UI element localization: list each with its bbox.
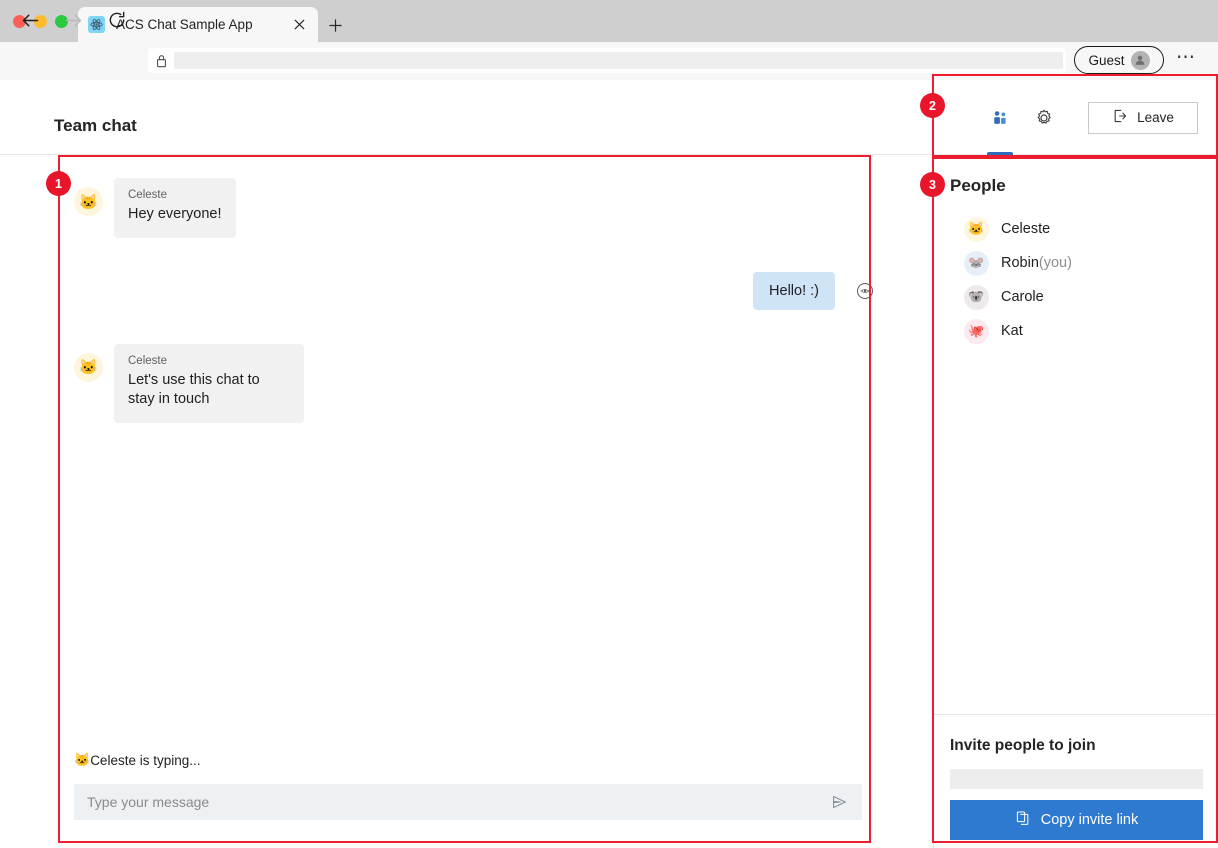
chat-area: 🐱 Celeste Hey everyone! Hello! :) 🐱 Cele… — [0, 156, 933, 848]
message-bubble-incoming: Celeste Hey everyone! — [114, 178, 236, 238]
message-composer — [74, 784, 862, 820]
send-icon[interactable] — [816, 784, 862, 820]
new-tab-button[interactable] — [322, 13, 348, 37]
header-controls: Leave — [978, 80, 1198, 155]
close-tab-icon[interactable] — [290, 16, 308, 34]
message-item: 🐱 Celeste Let's use this chat to stay in… — [74, 343, 873, 423]
leave-button-label: Leave — [1137, 110, 1174, 125]
message-item: 🐱 Celeste Hey everyone! — [74, 178, 873, 238]
page-title: Team chat — [54, 116, 137, 135]
list-item[interactable]: 🐱 Celeste — [934, 212, 1218, 246]
leave-button[interactable]: Leave — [1088, 101, 1198, 134]
copy-icon — [1015, 810, 1031, 830]
typing-indicator: 🐱 Celeste is typing... — [74, 752, 201, 768]
profile-button[interactable]: Guest — [1074, 46, 1164, 74]
person-name: Carole — [1001, 289, 1044, 305]
people-panel: People 🐱 Celeste 🐭 Robin(you) 🐨 Carole 🐙… — [933, 156, 1218, 848]
invite-link-field[interactable] — [950, 769, 1203, 789]
back-arrow-icon[interactable] — [18, 8, 42, 32]
avatar: 🐱 — [74, 352, 103, 382]
people-panel-title: People — [950, 176, 1006, 195]
reload-icon[interactable] — [105, 8, 129, 32]
typing-avatar-emoji: 🐱 — [74, 752, 91, 767]
browser-tab-strip: ACS Chat Sample App — [0, 0, 1218, 42]
avatar: 🐱 — [964, 216, 989, 242]
message-list: 🐱 Celeste Hey everyone! Hello! :) 🐱 Cele… — [0, 156, 933, 728]
sign-out-icon — [1112, 108, 1128, 127]
people-list: 🐱 Celeste 🐭 Robin(you) 🐨 Carole 🐙 Kat — [934, 212, 1218, 348]
list-item[interactable]: 🐙 Kat — [934, 314, 1218, 348]
address-bar[interactable] — [148, 48, 1066, 73]
forward-arrow-icon — [61, 8, 85, 32]
invite-section: Invite people to join Copy invite link — [934, 714, 1218, 848]
browser-window: ACS Chat Sample App Guest ⋯ Team chat Le… — [0, 0, 1218, 848]
message-bubble-incoming: Celeste Let's use this chat to stay in t… — [114, 343, 304, 423]
message-bubble-outgoing: Hello! :) — [753, 271, 835, 310]
avatar: 🐙 — [964, 318, 989, 344]
copy-invite-link-button[interactable]: Copy invite link — [950, 800, 1203, 840]
typing-indicator-text: Celeste is typing... — [90, 752, 201, 768]
person-you-suffix: (you) — [1038, 255, 1072, 271]
app-header: Team chat Leave — [0, 80, 1218, 155]
message-item: Hello! :) — [74, 271, 873, 310]
seen-eye-icon — [857, 282, 873, 299]
copy-invite-link-label: Copy invite link — [1040, 812, 1139, 828]
tab-settings[interactable] — [1022, 80, 1066, 155]
people-icon — [994, 110, 1006, 124]
tab-people[interactable] — [978, 80, 1022, 155]
person-name: Celeste — [1001, 221, 1051, 237]
react-logo-icon — [88, 16, 105, 33]
person-name: Robin(you) — [1001, 255, 1072, 271]
url-input[interactable] — [174, 52, 1063, 69]
message-text: Let's use this chat to stay in touch — [128, 371, 260, 408]
message-sender: Celeste — [128, 354, 167, 367]
browser-tab-title: ACS Chat Sample App — [116, 17, 253, 32]
browser-menu-icon[interactable]: ⋯ — [1176, 48, 1196, 67]
message-input[interactable] — [74, 794, 816, 810]
avatar: 🐨 — [964, 284, 989, 310]
message-sender: Celeste — [128, 189, 167, 201]
gear-icon — [1037, 109, 1051, 124]
avatar: 🐱 — [74, 187, 103, 216]
invite-section-title: Invite people to join — [950, 737, 1096, 754]
active-tab-indicator — [987, 152, 1013, 155]
avatar: 🐭 — [964, 250, 989, 276]
acs-chat-app: Team chat Leave 🐱 Celeste Hey everyone! … — [0, 80, 1218, 848]
list-item[interactable]: 🐨 Carole — [934, 280, 1218, 314]
profile-label: Guest — [1088, 52, 1125, 68]
lock-icon — [148, 54, 174, 68]
person-silhouette-icon — [1130, 50, 1150, 70]
list-item[interactable]: 🐭 Robin(you) — [934, 246, 1218, 280]
person-name: Kat — [1001, 323, 1023, 339]
message-text: Hey everyone! — [128, 206, 222, 222]
